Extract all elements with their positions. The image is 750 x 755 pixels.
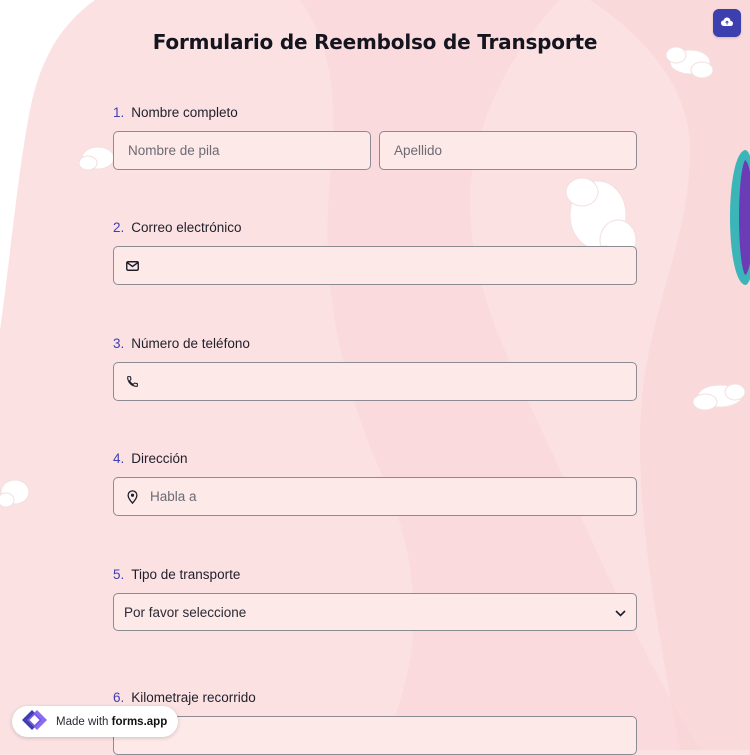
question-text: Tipo de transporte <box>131 566 241 582</box>
question-text: Número de teléfono <box>131 335 250 351</box>
chevron-down-icon <box>615 605 626 620</box>
email-field[interactable] <box>113 246 637 285</box>
question-number: 2. <box>113 219 125 235</box>
question-email: 2. Correo electrónico <box>113 218 637 285</box>
question-number: 5. <box>113 566 125 582</box>
envelope-icon <box>124 258 140 274</box>
badge-brand: forms.app <box>111 715 168 728</box>
question-number: 4. <box>113 450 125 466</box>
form-title: Formulario de Reembolso de Transporte <box>152 30 598 54</box>
question-number: 1. <box>113 104 125 120</box>
mileage-field[interactable] <box>113 716 637 755</box>
first-name-placeholder: Nombre de pila <box>128 143 220 158</box>
transport-type-select[interactable]: Por favor seleccione <box>113 593 637 631</box>
badge-text: Made with forms.app <box>56 716 167 728</box>
address-field[interactable]: Habla a <box>113 477 637 516</box>
question-label: 2. Correo electrónico <box>113 218 637 236</box>
question-mileage: 6. Kilometraje recorrido <box>113 688 637 755</box>
question-label: 3. Número de teléfono <box>113 334 637 352</box>
address-placeholder: Habla a <box>150 489 197 504</box>
save-cloud-button[interactable] <box>713 9 741 37</box>
question-phone: 3. Número de teléfono <box>113 334 637 401</box>
question-text: Dirección <box>131 450 188 466</box>
question-number: 6. <box>113 689 125 705</box>
badge-prefix: Made with <box>56 715 109 728</box>
question-number: 3. <box>113 335 125 351</box>
question-full-name: 1. Nombre completo Nombre de pila Apelli… <box>113 103 637 170</box>
question-transport-type: 5. Tipo de transporte Por favor seleccio… <box>113 565 637 631</box>
last-name-placeholder: Apellido <box>394 143 443 158</box>
question-text: Kilometraje recorrido <box>131 689 256 705</box>
question-address: 4. Dirección Habla a <box>113 449 637 516</box>
form-page: Formulario de Reembolso de Transporte 1.… <box>0 0 750 755</box>
question-label: 5. Tipo de transporte <box>113 565 637 583</box>
made-with-badge[interactable]: Made with forms.app <box>12 706 179 737</box>
map-pin-icon <box>124 489 140 505</box>
select-value: Por favor seleccione <box>124 604 247 620</box>
cloud-upload-icon <box>721 14 733 32</box>
last-name-input[interactable]: Apellido <box>379 131 637 170</box>
phone-field[interactable] <box>113 362 637 401</box>
question-label: 1. Nombre completo <box>113 103 637 121</box>
first-name-input[interactable]: Nombre de pila <box>113 131 371 170</box>
forms-app-logo-icon <box>20 709 48 734</box>
question-text: Nombre completo <box>131 104 238 120</box>
phone-icon <box>124 374 140 390</box>
question-text: Correo electrónico <box>131 219 242 235</box>
question-label: 6. Kilometraje recorrido <box>113 688 637 706</box>
question-label: 4. Dirección <box>113 449 637 467</box>
